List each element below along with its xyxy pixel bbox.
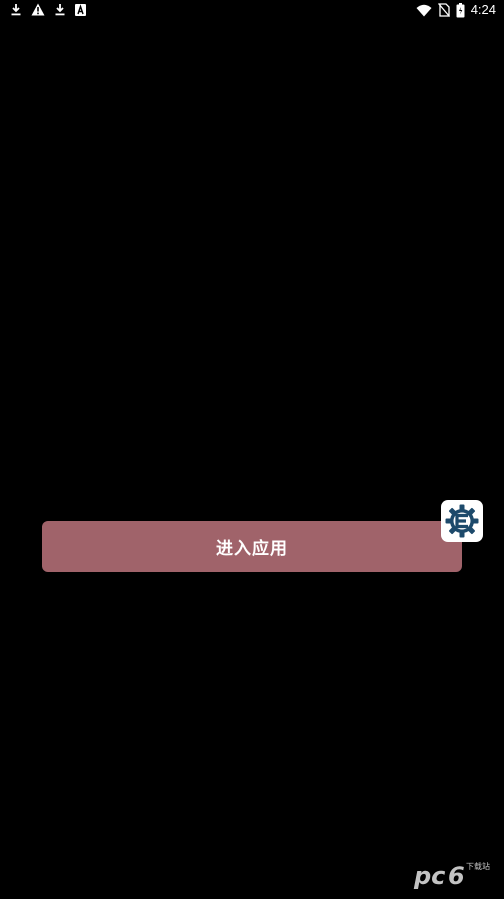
app-screen: 4:24 进入应用 pc 6 下载站 [0, 0, 504, 899]
svg-text:pc: pc [413, 862, 445, 890]
notification-icons [10, 3, 86, 16]
wifi-icon [416, 4, 432, 17]
floating-app-button[interactable] [441, 500, 483, 542]
status-bar: 4:24 [0, 0, 504, 22]
enter-app-button[interactable]: 进入应用 [42, 521, 462, 572]
system-icons: 4:24 [416, 2, 496, 18]
status-time: 4:24 [470, 2, 496, 17]
no-sim-icon [437, 3, 450, 17]
download-icon [54, 3, 66, 16]
svg-text:6: 6 [448, 862, 465, 890]
svg-text:下载站: 下载站 [466, 861, 490, 871]
download-icon [10, 3, 22, 16]
battery-icon [456, 2, 465, 18]
font-a-icon [75, 3, 86, 16]
watermark-logo: pc 6 下载站 [412, 857, 496, 891]
cheat-engine-gear-icon [445, 504, 479, 538]
warning-icon [31, 3, 45, 16]
